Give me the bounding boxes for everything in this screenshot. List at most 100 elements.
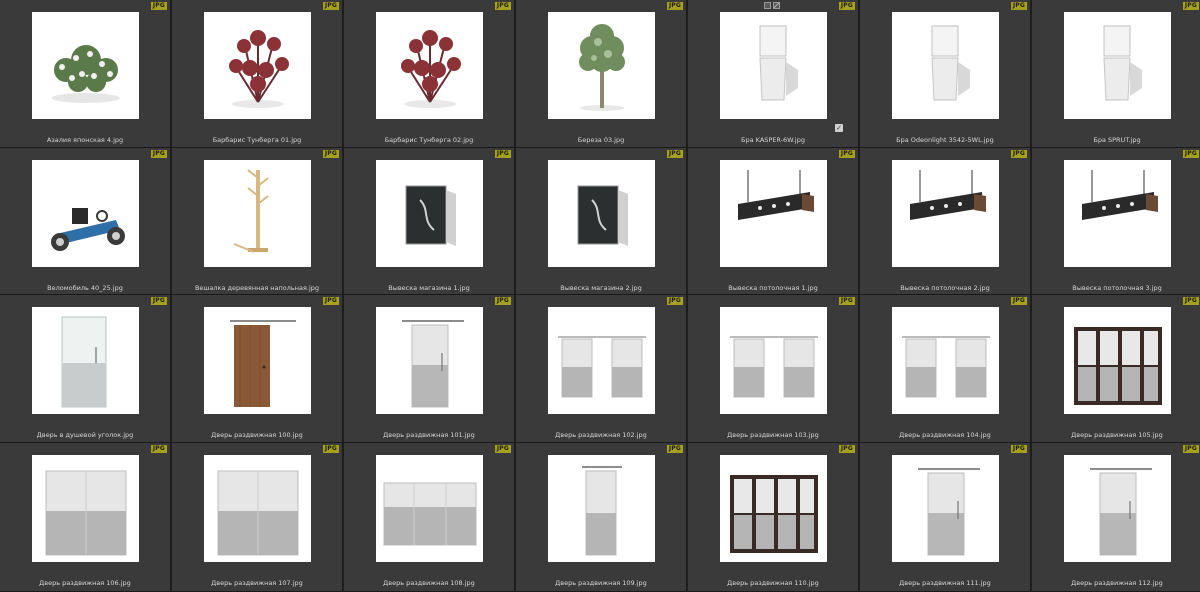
file-type-badge: JPG	[322, 2, 339, 10]
file-name-label: Вывеска потолочная 3.jpg	[1072, 284, 1162, 292]
file-name-label: Дверь раздвижная 110.jpg	[727, 579, 819, 587]
file-type-badge: JPG	[838, 445, 855, 453]
thumbnail-cell[interactable]: JPG Дверь раздвижная 110.jpg	[688, 443, 859, 592]
glass-double-door-icon	[32, 455, 139, 562]
thumbnail-cell[interactable]: JPG Дверь раздвижная 106.jpg	[0, 443, 171, 592]
thumbnail-cell[interactable]: JPG Дверь раздвижная 112.jpg	[1032, 443, 1200, 592]
file-name-label: Дверь раздвижная 101.jpg	[383, 431, 475, 439]
thumbnail-cell[interactable]: JPG Азалия японская 4.jpg	[0, 0, 171, 148]
thumbnail-cell[interactable]: JPG Дверь раздвижная 101.jpg	[344, 295, 515, 443]
file-name-label: Дверь раздвижная 109.jpg	[555, 579, 647, 587]
file-name-label: Барбарис Тунберга 02.jpg	[384, 136, 474, 144]
file-name-label: Дверь раздвижная 111.jpg	[899, 579, 991, 587]
glass-double-door-icon	[204, 455, 311, 562]
selection-checkbox-icon[interactable]: ✓	[835, 124, 843, 132]
file-type-badge: JPG	[150, 150, 167, 158]
file-type-badge: JPG	[1010, 2, 1027, 10]
wall-sconce-icon	[720, 12, 827, 119]
file-type-badge: JPG	[150, 445, 167, 453]
ceiling-sign-icon	[892, 160, 999, 267]
thumbnail-cell[interactable]: JPG ✓ Бра KASPER-6W.jpg	[688, 0, 859, 148]
file-type-badge: JPG	[322, 297, 339, 305]
thumbnail-cell[interactable]: JPG Дверь раздвижная 109.jpg	[516, 443, 687, 592]
wall-sconce-icon	[892, 12, 999, 119]
square-icon[interactable]	[764, 2, 771, 9]
file-name-label: Дверь раздвижная 112.jpg	[1071, 579, 1163, 587]
sliding-door-icon	[376, 307, 483, 414]
file-type-badge: JPG	[150, 297, 167, 305]
no-preview-icon[interactable]	[773, 2, 780, 9]
file-type-badge: JPG	[838, 150, 855, 158]
thumbnail-cell[interactable]: JPG Дверь в душевой уголок.jpg	[0, 295, 171, 443]
file-type-badge: JPG	[838, 2, 855, 10]
file-name-label: Вешалка деревянная напольная.jpg	[194, 284, 320, 292]
file-type-badge: JPG	[1182, 445, 1199, 453]
thumbnail-cell[interactable]: JPG Вывеска потолочная 2.jpg	[860, 148, 1031, 295]
file-name-label: Дверь раздвижная 106.jpg	[39, 579, 131, 587]
file-type-badge: JPG	[666, 150, 683, 158]
thumbnail-cell[interactable]: JPG Бра SPRUT.jpg	[1032, 0, 1200, 148]
file-name-label: Вывеска потолочная 1.jpg	[728, 284, 818, 292]
shop-sign-icon	[376, 160, 483, 267]
framed-sliding-door-icon	[1064, 307, 1171, 414]
file-name-label: Дверь раздвижная 102.jpg	[555, 431, 647, 439]
file-type-badge: JPG	[666, 2, 683, 10]
birch-tree-icon	[548, 12, 655, 119]
double-sliding-door-icon	[720, 307, 827, 414]
file-type-badge: JPG	[666, 445, 683, 453]
file-type-badge: JPG	[1182, 150, 1199, 158]
thumbnail-cell[interactable]: JPG Дверь раздвижная 111.jpg	[860, 443, 1031, 592]
flowering-shrub-icon	[32, 12, 139, 119]
file-name-label: Бра SPRUT.jpg	[1093, 136, 1141, 144]
thumbnail-cell[interactable]: JPG Дверь раздвижная 104.jpg	[860, 295, 1031, 443]
thumbnail-cell[interactable]: JPG Барбарис Тунберга 01.jpg	[172, 0, 343, 148]
ceiling-sign-icon	[720, 160, 827, 267]
file-name-label: Вывеска потолочная 2.jpg	[900, 284, 990, 292]
view-mode-icons	[764, 2, 780, 9]
red-shrub-icon	[376, 12, 483, 119]
file-type-badge: JPG	[494, 297, 511, 305]
file-type-badge: JPG	[494, 2, 511, 10]
thumbnail-cell[interactable]: JPG Вывеска магазина 1.jpg	[344, 148, 515, 295]
thumbnail-cell[interactable]: JPG Дверь раздвижная 107.jpg	[172, 443, 343, 592]
thumbnail-cell[interactable]: JPG Вывеска магазина 2.jpg	[516, 148, 687, 295]
thumbnail-cell[interactable]: JPG Бра Odeonlight 3542-5WL.jpg	[860, 0, 1031, 148]
file-type-badge: JPG	[1182, 2, 1199, 10]
narrow-sliding-door-icon	[548, 455, 655, 562]
thumbnail-cell[interactable]: JPG Барбарис Тунберга 02.jpg	[344, 0, 515, 148]
ceiling-sign-icon	[1064, 160, 1171, 267]
shop-sign-icon	[548, 160, 655, 267]
sliding-door-icon	[892, 455, 999, 562]
wall-sconce-icon	[1064, 12, 1171, 119]
file-type-badge: JPG	[1010, 150, 1027, 158]
thumbnail-cell[interactable]: JPG Дверь раздвижная 102.jpg	[516, 295, 687, 443]
thumbnail-cell[interactable]: JPG Береза 03.jpg	[516, 0, 687, 148]
file-type-badge: JPG	[1010, 445, 1027, 453]
file-name-label: Дверь раздвижная 105.jpg	[1071, 431, 1163, 439]
thumbnail-cell[interactable]: JPG Дверь раздвижная 108.jpg	[344, 443, 515, 592]
thumbnail-grid: JPG Азалия японская 4.jpg JPG Барбарис Тунб…	[0, 0, 1200, 592]
file-type-badge: JPG	[1010, 297, 1027, 305]
file-type-badge: JPG	[150, 2, 167, 10]
thumbnail-cell[interactable]: JPG Вывеска потолочная 1.jpg	[688, 148, 859, 295]
thumbnail-cell[interactable]: JPG Дверь раздвижная 100.jpg	[172, 295, 343, 443]
framed-sliding-door-icon	[720, 455, 827, 562]
file-name-label: Веломобиль 40_25.jpg	[47, 284, 123, 292]
coat-rack-icon	[204, 160, 311, 267]
file-type-badge: JPG	[1182, 297, 1199, 305]
double-sliding-door-icon	[548, 307, 655, 414]
file-type-badge: JPG	[494, 150, 511, 158]
file-name-label: Азалия японская 4.jpg	[46, 136, 124, 144]
file-name-label: Дверь раздвижная 107.jpg	[211, 579, 303, 587]
shower-door-icon	[32, 307, 139, 414]
file-name-label: Барбарис Тунберга 01.jpg	[212, 136, 302, 144]
thumbnail-cell[interactable]: JPG Дверь раздвижная 105.jpg	[1032, 295, 1200, 443]
thumbnail-cell[interactable]: JPG Дверь раздвижная 103.jpg	[688, 295, 859, 443]
file-name-label: Вывеска магазина 1.jpg	[388, 284, 470, 292]
file-name-label: Бра KASPER-6W.jpg	[741, 136, 805, 144]
thumbnail-cell[interactable]: JPG Вывеска потолочная 3.jpg	[1032, 148, 1200, 295]
file-name-label: Дверь раздвижная 108.jpg	[383, 579, 475, 587]
thumbnail-cell[interactable]: JPG Вешалка деревянная напольная.jpg	[172, 148, 343, 295]
thumbnail-cell[interactable]: JPG Веломобиль 40_25.jpg	[0, 148, 171, 295]
sliding-door-icon	[1064, 455, 1171, 562]
